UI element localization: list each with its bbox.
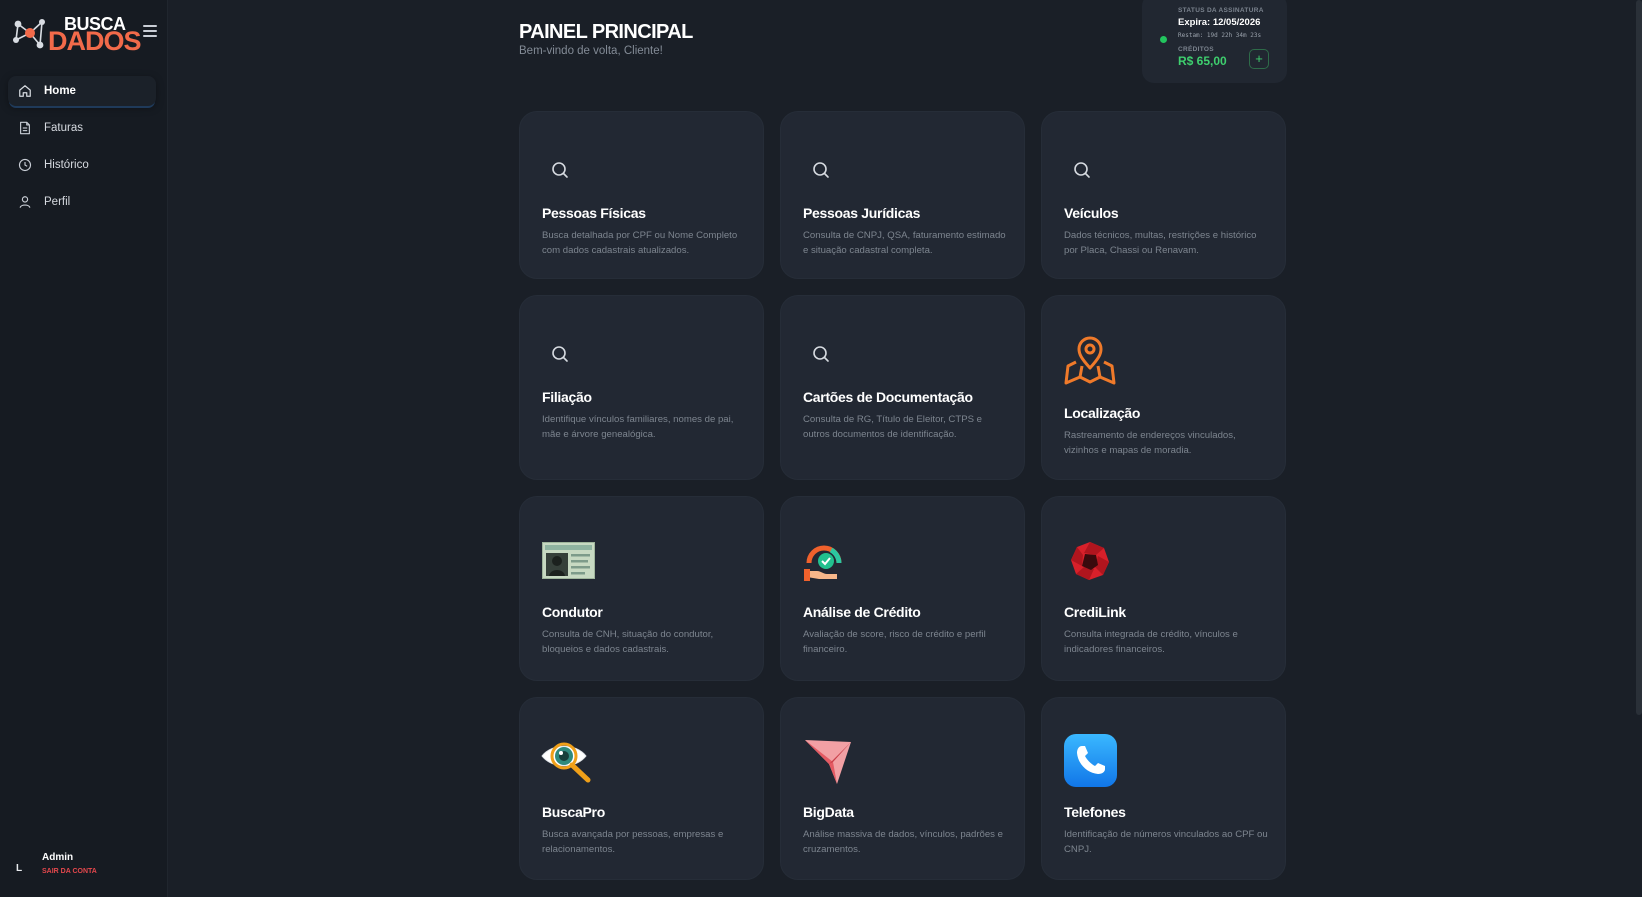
- card-title: Telefones: [1064, 804, 1126, 820]
- brand-logo[interactable]: BUSCA DADOS: [12, 12, 142, 56]
- service-card-filiacao[interactable]: Filiação Identifique vínculos familiares…: [519, 295, 764, 480]
- service-card-pessoas-fisicas[interactable]: Pessoas Físicas Busca detalhada por CPF …: [519, 111, 764, 279]
- invoice-icon: [20, 121, 30, 135]
- search-icon: [813, 162, 829, 178]
- map-pin-icon: [1064, 336, 1116, 385]
- search-icon: [813, 346, 829, 362]
- service-card-veiculos[interactable]: Veículos Dados técnicos, multas, restriç…: [1041, 111, 1286, 279]
- service-card-analise-credito[interactable]: Análise de Crédito Avaliação de score, r…: [780, 496, 1025, 681]
- sidebar-item-faturas[interactable]: Faturas: [8, 113, 156, 143]
- card-title: Localização: [1064, 405, 1141, 421]
- card-description: Consulta integrada de crédito, vínculos …: [1064, 629, 1238, 655]
- logout-button[interactable]: SAIR DA CONTA: [42, 868, 97, 875]
- avatar: L: [16, 863, 23, 874]
- service-card-bigdata[interactable]: BigData Análise massiva de dados, víncul…: [780, 697, 1025, 880]
- account-panel: L Admin SAIR DA CONTA: [0, 841, 168, 897]
- sidebar: BUSCA DADOS Home Faturas Histórico Perfi…: [0, 0, 168, 897]
- card-description: Rastreamento de endereços vinculados, vi…: [1064, 430, 1236, 456]
- card-title: Pessoas Jurídicas: [803, 205, 921, 221]
- page-subtitle: Bem-vindo de volta, Cliente!: [519, 45, 663, 57]
- sidebar-nav: Home Faturas Histórico Perfil: [8, 76, 156, 224]
- service-card-credilink[interactable]: CrediLink Consulta integrada de crédito,…: [1041, 496, 1286, 681]
- card-title: Análise de Crédito: [803, 604, 921, 620]
- service-card-buscapro[interactable]: BuscaPro Busca avançada por pessoas, emp…: [519, 697, 764, 880]
- service-card-cartoes-documentacao[interactable]: Cartões de Documentação Consulta de RG, …: [780, 295, 1025, 480]
- status-expires: Expira: 12/05/2026: [1178, 17, 1261, 28]
- page-scrollbar[interactable]: [1636, 0, 1642, 715]
- service-card-telefones[interactable]: Telefones Identificação de números vincu…: [1041, 697, 1286, 880]
- card-description: Dados técnicos, multas, restrições e his…: [1064, 230, 1257, 256]
- card-title: Cartões de Documentação: [803, 389, 973, 405]
- service-card-pessoas-juridicas[interactable]: Pessoas Jurídicas Consulta de CNPJ, QSA,…: [780, 111, 1025, 279]
- sidebar-item-label: Faturas: [44, 122, 83, 134]
- phone-icon: [1064, 734, 1117, 787]
- account-name: Admin: [42, 852, 74, 863]
- card-description: Consulta de CNH, situação do condutor, b…: [542, 629, 714, 655]
- credits-value: R$ 65,00: [1178, 54, 1227, 68]
- service-card-condutor[interactable]: Condutor Consulta de CNH, situação do co…: [519, 496, 764, 681]
- sidebar-item-label: Perfil: [44, 196, 71, 208]
- status-remaining: Restam: 19d 22h 34m 23s: [1178, 32, 1262, 39]
- sidebar-item-home[interactable]: Home: [8, 76, 156, 106]
- user-icon: [19, 196, 31, 208]
- card-title: BuscaPro: [542, 804, 605, 820]
- card-title: Filiação: [542, 389, 592, 405]
- card-description: Avaliação de score, risco de crédito e p…: [803, 629, 986, 655]
- shutter-icon: [1071, 542, 1109, 580]
- arrow-icon: [805, 740, 851, 784]
- card-title: Veículos: [1064, 205, 1119, 221]
- search-icon: [552, 346, 568, 362]
- sidebar-item-label: Histórico: [44, 159, 89, 171]
- page-title: PAINEL PRINCIPAL: [519, 21, 693, 43]
- menu-toggle-icon[interactable]: [143, 25, 157, 37]
- add-credits-button[interactable]: +: [1249, 49, 1269, 69]
- card-title: BigData: [803, 804, 854, 820]
- card-title: CrediLink: [1064, 604, 1126, 620]
- card-description: Busca avançada por pessoas, empresas e r…: [542, 829, 724, 855]
- credits-label: CRÉDITOS: [1178, 46, 1214, 53]
- subscription-status-card: STATUS DA ASSINATURA Expira: 12/05/2026 …: [1142, 0, 1287, 83]
- sidebar-item-label: Home: [44, 85, 76, 97]
- online-status-icon: [1160, 36, 1167, 43]
- card-title: Pessoas Físicas: [542, 205, 646, 221]
- card-description: Análise massiva de dados, vínculos, padr…: [803, 829, 1003, 855]
- home-icon: [19, 85, 31, 97]
- card-description: Identificação de números vinculados ao C…: [1064, 829, 1268, 855]
- clock-icon: [18, 158, 32, 172]
- eye-magnifier-icon: [541, 742, 591, 783]
- search-icon: [1074, 162, 1090, 178]
- card-description: Identifique vínculos familiares, nomes d…: [542, 414, 734, 440]
- driver-license-icon: [542, 542, 595, 579]
- card-title: Condutor: [542, 604, 603, 620]
- card-description: Busca detalhada por CPF ou Nome Completo…: [542, 230, 738, 256]
- network-logo-icon: [13, 19, 45, 49]
- card-description: Consulta de CNPJ, QSA, faturamento estim…: [803, 230, 1006, 256]
- brand-word-2: DADOS: [48, 26, 142, 56]
- card-description: Consulta de RG, Título de Eleitor, CTPS …: [803, 414, 982, 440]
- search-icon: [552, 162, 568, 178]
- sidebar-item-historico[interactable]: Histórico: [8, 150, 156, 180]
- status-label: STATUS DA ASSINATURA: [1178, 7, 1264, 14]
- service-card-localizacao[interactable]: Localização Rastreamento de endereços vi…: [1041, 295, 1286, 480]
- credit-score-icon: [804, 545, 842, 581]
- sidebar-item-perfil[interactable]: Perfil: [8, 187, 156, 217]
